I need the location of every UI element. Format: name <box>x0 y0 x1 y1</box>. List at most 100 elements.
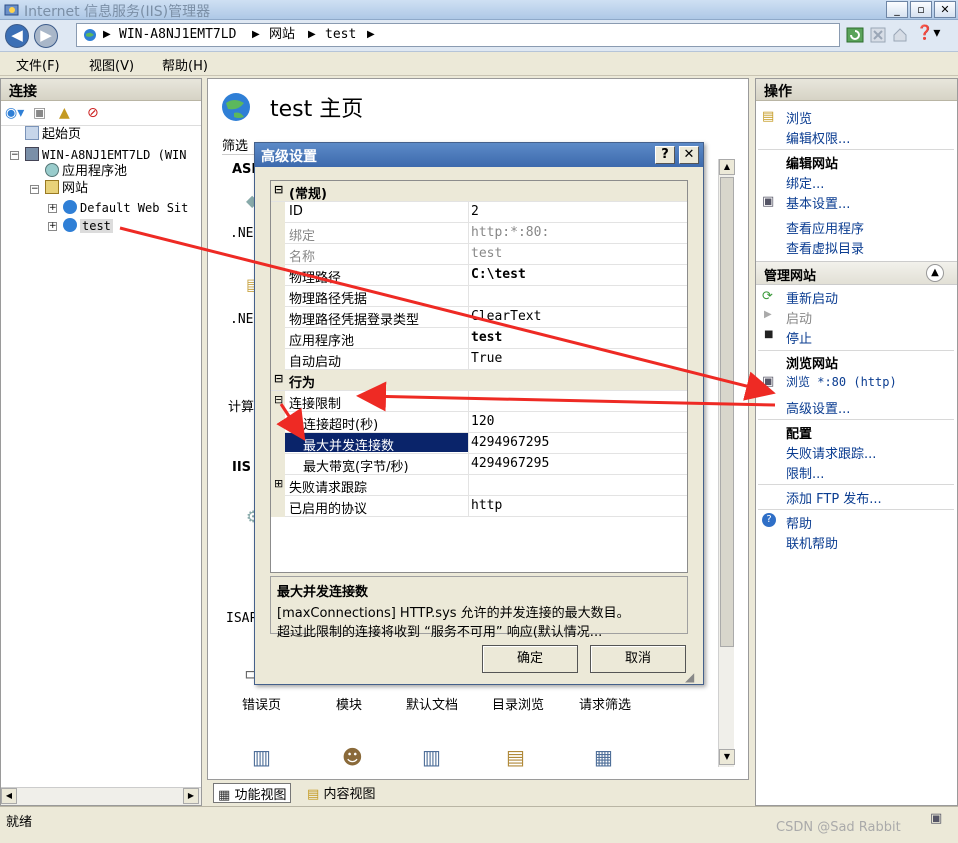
action-start[interactable]: 启动 <box>786 308 812 327</box>
group-failed-request-tracing[interactable]: ⊞ 失败请求跟踪 <box>271 475 687 496</box>
row-id[interactable]: ID 2 <box>271 202 687 223</box>
cancel-button[interactable]: 取消 <box>590 645 686 673</box>
action-browse-80[interactable]: 浏览 *:80 (http) <box>786 373 897 390</box>
tree-start-page[interactable]: 起始页 <box>25 126 81 144</box>
feature-net-label[interactable]: .NE <box>230 312 253 327</box>
action-help[interactable]: 帮助 <box>786 513 812 532</box>
action-restart[interactable]: 重新启动 <box>786 288 838 307</box>
disconnect-icon[interactable]: ⊘ <box>87 105 99 121</box>
up-folder-icon[interactable]: ▲ <box>59 105 70 121</box>
collapse-icon[interactable]: ⊟ <box>274 372 283 385</box>
scroll-thumb[interactable] <box>720 177 734 647</box>
stop-icon[interactable] <box>870 27 886 43</box>
forward-arrow-icon[interactable]: ▶ <box>34 24 58 48</box>
feature-modules[interactable]: 模块 <box>336 694 362 713</box>
center-vertical-scrollbar[interactable]: ▲ ▼ <box>718 159 735 767</box>
description-line1: [maxConnections] HTTP.sys 允许的并发连接的最大数目。 <box>277 606 630 621</box>
tab-content-view[interactable]: ▤ 内容视图 <box>303 783 379 803</box>
address-segment-test[interactable]: test <box>325 24 356 46</box>
feature-error-pages[interactable]: 错误页 <box>242 694 281 713</box>
dialog-close-button[interactable]: ✕ <box>679 146 699 164</box>
navigation-bar: ◀ ▶ ▶ WIN-A8NJ1EMT7LD ▶ 网站 ▶ test ▶ ❓▾ <box>0 20 958 52</box>
ok-button[interactable]: 确定 <box>482 645 578 673</box>
minimize-button[interactable]: _ <box>886 1 908 18</box>
tree-test-site[interactable]: test <box>63 217 113 235</box>
feature-isapi-label[interactable]: ISAP <box>226 611 257 626</box>
close-window-button[interactable]: ✕ <box>934 1 956 18</box>
tree-expand-icon[interactable]: + <box>48 222 57 231</box>
action-online-help[interactable]: 联机帮助 <box>786 533 838 552</box>
connect-globe-icon[interactable]: ◉▾ <box>5 105 24 121</box>
refresh-icon[interactable] <box>846 27 864 43</box>
scroll-left-icon[interactable]: ◀ <box>1 788 17 804</box>
tree-horizontal-scrollbar[interactable]: ◀ ▶ <box>1 787 201 805</box>
menu-file[interactable]: 文件(F) <box>16 55 60 74</box>
action-add-ftp[interactable]: 添加 FTP 发布... <box>786 488 882 507</box>
collapse-icon[interactable]: ⊟ <box>274 183 283 196</box>
tree-collapse-icon[interactable]: − <box>30 185 39 194</box>
row-max-connections[interactable]: 最大并发连接数 4294967295 <box>271 433 687 454</box>
scroll-down-icon[interactable]: ▼ <box>719 749 735 765</box>
section-browse-site: 浏览网站 <box>786 357 839 372</box>
row-binding[interactable]: 绑定 http:*:80: <box>271 223 687 244</box>
tab-features-view[interactable]: ▦ 功能视图 <box>213 783 292 803</box>
action-bindings[interactable]: 绑定... <box>786 173 824 192</box>
address-segment-sites[interactable]: 网站 <box>269 24 295 46</box>
row-auto-start[interactable]: 自动启动 True <box>271 349 687 370</box>
row-credential-logon-type[interactable]: 物理路径凭据登录类型 ClearText <box>271 307 687 328</box>
tree-sites[interactable]: 网站 <box>45 180 88 198</box>
feature-request-filtering[interactable]: 请求筛选 <box>579 694 631 713</box>
row-path-credentials[interactable]: 物理路径凭据 <box>271 286 687 307</box>
maximize-button[interactable]: ▫ <box>910 1 932 18</box>
category-general[interactable]: ⊟ (常规) <box>271 181 687 202</box>
chevron-right-icon: ▶ <box>367 29 375 40</box>
menu-view[interactable]: 视图(V) <box>89 55 134 74</box>
action-view-virtual-dirs[interactable]: 查看虚拟目录 <box>786 238 864 257</box>
address-bar[interactable]: ▶ WIN-A8NJ1EMT7LD ▶ 网站 ▶ test ▶ <box>76 23 840 47</box>
help-dropdown-icon[interactable]: ❓▾ <box>916 25 940 41</box>
save-icon[interactable]: ▣ <box>33 105 46 121</box>
back-arrow-icon[interactable]: ◀ <box>5 24 29 48</box>
action-edit-permissions[interactable]: 编辑权限... <box>786 128 850 147</box>
row-name[interactable]: 名称 test <box>271 244 687 265</box>
tree-expand-icon[interactable]: + <box>48 204 57 213</box>
action-browse[interactable]: 浏览 <box>786 108 812 127</box>
action-basic-settings[interactable]: 基本设置... <box>786 193 850 212</box>
action-limits[interactable]: 限制... <box>786 463 824 482</box>
row-max-bandwidth[interactable]: 最大带宽(字节/秒) 4294967295 <box>271 454 687 475</box>
tree-server[interactable]: WIN-A8NJ1EMT7LD (WIN <box>25 146 187 164</box>
row-physical-path[interactable]: 物理路径 C:\test <box>271 265 687 286</box>
action-advanced-settings[interactable]: 高级设置... <box>786 398 850 417</box>
description-title: 最大并发连接数 <box>277 585 369 600</box>
feature-calc-label[interactable]: 计算 <box>228 396 254 415</box>
scroll-up-icon[interactable]: ▲ <box>719 159 735 175</box>
home-icon[interactable] <box>892 27 908 43</box>
browse-folder-icon: ▤ <box>762 109 775 124</box>
view-tabs: ▦ 功能视图 ▤ 内容视图 <box>207 780 749 806</box>
dialog-title: 高级设置 <box>261 149 317 165</box>
tree-app-pools[interactable]: 应用程序池 <box>45 163 127 181</box>
collapse-icon[interactable]: ⊟ <box>274 393 283 406</box>
group-connection-limits[interactable]: ⊟ 连接限制 <box>271 391 687 412</box>
row-app-pool[interactable]: 应用程序池 test <box>271 328 687 349</box>
tree-collapse-icon[interactable]: − <box>10 151 19 160</box>
resize-grip-icon[interactable]: ◢ <box>685 670 694 684</box>
feature-directory-browsing[interactable]: 目录浏览 <box>492 694 544 713</box>
menu-help[interactable]: 帮助(H) <box>162 55 208 74</box>
dialog-help-button[interactable]: ? <box>655 146 675 164</box>
address-segment-server[interactable]: WIN-A8NJ1EMT7LD <box>119 24 236 46</box>
feature-default-document[interactable]: 默认文档 <box>406 694 458 713</box>
action-view-applications[interactable]: 查看应用程序 <box>786 218 864 237</box>
tree-default-site[interactable]: Default Web Sit <box>63 199 188 217</box>
group-iis: IIS <box>232 460 252 475</box>
action-failed-request-tracing[interactable]: 失败请求跟踪... <box>786 443 876 462</box>
scroll-right-icon[interactable]: ▶ <box>183 788 199 804</box>
category-behavior[interactable]: ⊟ 行为 <box>271 370 687 391</box>
action-stop[interactable]: 停止 <box>786 328 812 347</box>
user-icon: ☻ <box>342 745 363 769</box>
row-connection-timeout[interactable]: 连接超时(秒) 120 <box>271 412 687 433</box>
feature-net-label[interactable]: .NE <box>230 226 253 241</box>
row-enabled-protocols[interactable]: 已启用的协议 http <box>271 496 687 517</box>
expand-icon[interactable]: ⊞ <box>274 477 283 490</box>
collapse-up-icon[interactable]: ▲ <box>926 264 944 282</box>
